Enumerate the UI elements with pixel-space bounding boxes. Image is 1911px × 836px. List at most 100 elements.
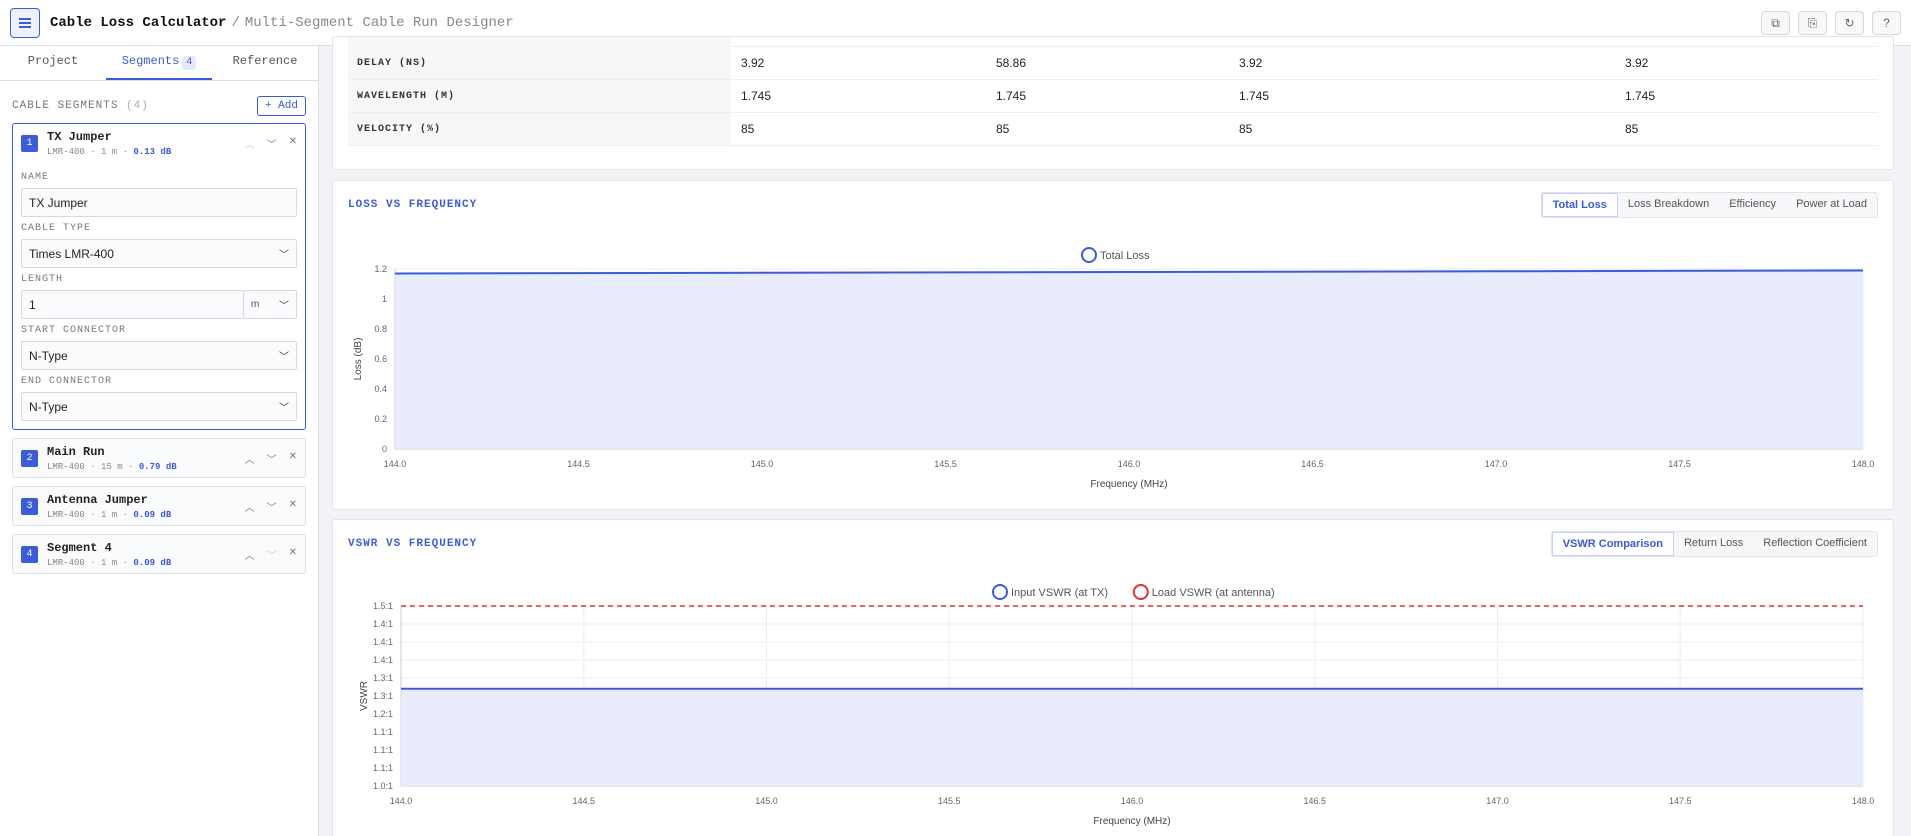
x-tick-label: 144.0 — [384, 459, 407, 469]
segments-label: CABLE SEGMENTS — [12, 100, 119, 112]
x-tick-label: 146.0 — [1118, 459, 1141, 469]
cable-type-label: CABLE TYPE — [21, 223, 92, 234]
legend-marker — [992, 584, 1008, 600]
close-icon[interactable]: ✕ — [289, 451, 297, 466]
cable-type-select[interactable]: Times LMR-400 ﹀ — [21, 239, 297, 268]
reset-icon[interactable]: ↻ — [1835, 11, 1864, 35]
y-tick-label: 0.2 — [374, 414, 387, 424]
move-up-icon[interactable]: ︿ — [245, 136, 255, 151]
x-tick-label: 146.5 — [1303, 796, 1326, 806]
segment-loss: 0.09 dB — [133, 557, 172, 568]
table-row-key: VELOCITY (%) — [348, 113, 731, 145]
legend-marker — [1132, 584, 1149, 600]
x-tick-label: 145.0 — [751, 459, 774, 469]
y-tick-label: 1.0:1 — [373, 781, 393, 791]
table-row — [348, 36, 1878, 47]
segments-count: (4) — [126, 100, 149, 112]
segment-card[interactable]: 3 Antenna Jumper LMR-400 · 1 m · 0.09 dB… — [12, 486, 306, 526]
close-icon[interactable]: ✕ — [289, 136, 297, 151]
chevron-down-icon: ﹀ — [279, 301, 289, 312]
table-row: DELAY (NS) 3.92 58.86 3.92 3.92 — [348, 47, 1878, 80]
start-connector-select[interactable]: N-Type ﹀ — [21, 341, 297, 370]
table-row: VELOCITY (%) 85 85 85 85 — [348, 113, 1878, 146]
x-tick-label: 148.0 — [1852, 796, 1875, 806]
x-tick-label: 144.5 — [572, 796, 595, 806]
help-icon[interactable]: ? — [1872, 11, 1901, 35]
length-unit-select[interactable]: m ﹀ — [243, 290, 297, 319]
legend-label: Load VSWR (at antenna) — [1152, 587, 1275, 599]
y-axis-label: VSWR — [359, 681, 370, 711]
close-icon[interactable]: ✕ — [289, 547, 297, 562]
y-tick-label: 1.5:1 — [373, 601, 393, 611]
app-subtitle: Multi-Segment Cable Run Designer — [244, 14, 514, 31]
results-table: DELAY (NS) 3.92 58.86 3.92 3.92 WAVELENG… — [332, 36, 1894, 170]
segment-meta: LMR-400 · 1 m · — [47, 557, 129, 568]
menu-button[interactable] — [10, 7, 40, 38]
length-input[interactable]: 1 — [21, 290, 243, 319]
x-tick-label: 146.0 — [1121, 796, 1144, 806]
y-tick-label: 1.3:1 — [373, 673, 393, 683]
segment-number: 4 — [21, 545, 38, 563]
end-connector-label: END CONNECTOR — [21, 376, 113, 387]
chevron-down-icon: ﹀ — [279, 403, 289, 414]
sidebar: Project Segments 4 Reference CABLE SEGMEN… — [0, 46, 319, 836]
export-icon[interactable]: ⎘ — [1798, 11, 1827, 35]
y-tick-label: 1.2 — [374, 264, 387, 274]
segments-header: CABLE SEGMENTS (4) + Add — [0, 89, 318, 123]
chevron-down-icon: ﹀ — [279, 352, 289, 363]
table-cell: 1.745 — [1625, 89, 1656, 103]
segment-name: TX Jumper — [47, 129, 112, 144]
table-cell: 1.745 — [1239, 89, 1270, 103]
y-tick-label: 1 — [382, 294, 387, 304]
x-axis-label: Frequency (MHz) — [1090, 479, 1167, 490]
x-tick-label: 146.5 — [1301, 459, 1324, 469]
table-cell: 85 — [741, 122, 755, 136]
main-content: DELAY (NS) 3.92 58.86 3.92 3.92 WAVELENG… — [332, 36, 1894, 836]
segment-name: Antenna Jumper — [47, 492, 148, 507]
tab-segments[interactable]: Segments 4 — [106, 46, 212, 80]
tab-project[interactable]: Project — [0, 46, 106, 80]
end-connector-select[interactable]: N-Type ﹀ — [21, 392, 297, 421]
segment-card[interactable]: 2 Main Run LMR-400 · 15 m · 0.79 dB ︿ ﹀ ✕ — [12, 438, 306, 478]
move-down-icon[interactable]: ﹀ — [267, 547, 277, 562]
name-input[interactable]: TX Jumper — [21, 188, 297, 217]
move-up-icon[interactable]: ︿ — [245, 451, 255, 466]
table-row-key: DELAY (NS) — [348, 47, 731, 79]
move-up-icon[interactable]: ︿ — [245, 499, 255, 514]
loss-chart: 144.0 144.5 145.0 145.5 146.0 146.5 147.0 147.5… — [353, 247, 1874, 490]
y-tick-label: 1.4:1 — [373, 655, 393, 665]
copy-icon[interactable]: ⧉ — [1761, 11, 1790, 35]
close-icon[interactable]: ✕ — [289, 499, 297, 514]
tab-reference[interactable]: Reference — [212, 46, 318, 80]
move-up-icon[interactable]: ︿ — [245, 547, 255, 562]
segment-form: NAME TX Jumper CABLE TYPE Times LMR-400 ﹀… — [13, 162, 305, 429]
y-tick-label: 1.1:1 — [373, 727, 393, 737]
app-title: Cable Loss Calculator — [50, 14, 227, 31]
segment-number: 2 — [21, 449, 38, 467]
y-tick-label: 1.4:1 — [373, 619, 393, 629]
segment-number: 1 — [21, 134, 38, 152]
x-axis-label: Frequency (MHz) — [1093, 816, 1170, 827]
segment-card[interactable]: 1 TX Jumper LMR-400 · 1 m · 0.13 dB ︿ ﹀ … — [12, 123, 306, 430]
x-tick-label: 147.5 — [1669, 796, 1692, 806]
hamburger-icon — [19, 21, 31, 24]
segment-loss: 0.79 dB — [138, 461, 177, 472]
table-cell: 3.92 — [1625, 56, 1649, 70]
x-tick-label: 147.0 — [1485, 459, 1508, 469]
x-tick-label: 147.0 — [1486, 796, 1509, 806]
y-tick-label: 1.3:1 — [373, 691, 393, 701]
legend-marker — [1081, 247, 1097, 263]
vswr-chart: 144.0 144.5 145.0 145.5 146.0 146.5 147.0 147.5… — [359, 584, 1875, 827]
move-down-icon[interactable]: ﹀ — [267, 499, 277, 514]
y-tick-label: 0 — [382, 444, 387, 454]
segments-count-badge: 4 — [182, 56, 197, 70]
x-tick-label: 144.5 — [567, 459, 590, 469]
segment-card[interactable]: 4 Segment 4 LMR-400 · 1 m · 0.09 dB ︿ ﹀ ✕ — [12, 534, 306, 574]
segment-meta: LMR-400 · 15 m · — [47, 461, 134, 472]
add-segment-button[interactable]: + Add — [256, 96, 306, 116]
segment-number: 3 — [21, 497, 38, 515]
move-down-icon[interactable]: ﹀ — [267, 136, 277, 151]
table-cell: 3.92 — [1239, 56, 1263, 70]
y-tick-label: 0.8 — [374, 324, 387, 334]
move-down-icon[interactable]: ﹀ — [267, 451, 277, 466]
